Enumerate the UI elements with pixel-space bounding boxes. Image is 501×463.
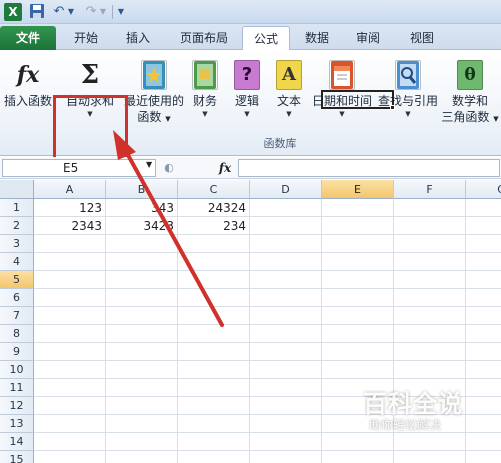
save-icon[interactable] — [28, 3, 46, 21]
tab-file[interactable]: 文件 — [0, 26, 56, 50]
customize-icon[interactable]: ▼ — [116, 3, 126, 21]
column-header-b[interactable]: B — [106, 180, 178, 199]
insert-function-icon[interactable]: fx — [214, 159, 236, 177]
tab-formulas[interactable]: 公式 — [242, 26, 290, 51]
financial-button[interactable]: 财务 ▼ — [186, 56, 224, 140]
formula-input[interactable] — [238, 159, 500, 177]
magnifier-book-icon — [397, 61, 419, 89]
math-trig-button[interactable]: θ 数学和 三角函数 ▼ — [440, 56, 500, 140]
fill-handle[interactable] — [390, 105, 395, 110]
tab-review[interactable]: 审阅 — [346, 27, 390, 49]
chevron-down-icon[interactable]: ▼ — [228, 110, 266, 118]
math-trig-label-2: 三角函数 ▼ — [441, 110, 499, 124]
function-library-group-label: 函数库 — [263, 137, 297, 150]
name-box[interactable]: E5 — [2, 159, 156, 177]
column-header-e[interactable]: E — [322, 180, 394, 199]
recently-used-button[interactable]: 最近使用的 函数 ▼ — [122, 56, 186, 140]
toolbar-separator — [112, 5, 113, 19]
watermark-title: 百科全说 — [363, 390, 463, 418]
chevron-down-icon[interactable]: ▼ — [186, 110, 224, 118]
row-header-8[interactable]: 8 — [0, 325, 34, 343]
cell-b2[interactable]: 3423 — [106, 217, 178, 235]
row-header-12[interactable]: 12 — [0, 397, 34, 415]
chevron-down-icon[interactable]: ▼ — [310, 110, 374, 118]
column-header-c[interactable]: C — [178, 180, 250, 199]
formula-bar: E5 ▼ ◐ fx — [0, 157, 501, 179]
excel-icon[interactable]: X — [4, 3, 22, 21]
sigma-icon: Σ — [80, 60, 100, 90]
chevron-down-icon[interactable]: ▼ — [165, 115, 170, 123]
tab-insert[interactable]: 插入 — [116, 27, 160, 49]
tab-data[interactable]: 数据 — [296, 27, 338, 49]
window-title — [300, 5, 490, 19]
column-header-f[interactable]: F — [394, 180, 466, 199]
theta-book-icon: θ — [457, 60, 483, 90]
math-trig-label: 数学和 — [451, 94, 488, 108]
cell-b1[interactable]: 343 — [106, 199, 178, 217]
ribbon-tabs: 文件 开始 插入 页面布局 公式 数据 审阅 视图 — [0, 24, 501, 51]
cell-a2[interactable]: 2343 — [34, 217, 106, 235]
tab-home[interactable]: 开始 — [62, 27, 110, 49]
star-book-icon — [143, 61, 165, 89]
watermark-subtitle: 助你轻松解决 — [369, 418, 442, 432]
financial-book-icon — [194, 61, 216, 89]
text-label: 文本 — [276, 94, 301, 108]
row-header-11[interactable]: 11 — [0, 379, 34, 397]
insert-function-button[interactable]: fx 插入函数 — [2, 56, 54, 140]
row-header-3[interactable]: 3 — [0, 235, 34, 253]
undo-dropdown-icon[interactable]: ▼ — [66, 3, 76, 21]
tab-view[interactable]: 视图 — [400, 27, 444, 49]
row-header-13[interactable]: 13 — [0, 415, 34, 433]
row-header-6[interactable]: 6 — [0, 289, 34, 307]
row-header-9[interactable]: 9 — [0, 343, 34, 361]
active-cell-e5[interactable] — [321, 90, 394, 109]
cell-a1[interactable]: 123 — [34, 199, 106, 217]
cell-c2[interactable]: 234 — [178, 217, 250, 235]
recently-used-label-2: 函数 ▼ — [137, 110, 171, 124]
logical-label: 逻辑 — [234, 94, 259, 108]
chevron-down-icon[interactable]: ▼ — [376, 110, 440, 118]
logical-book-icon: ? — [234, 60, 260, 90]
tab-page-layout[interactable]: 页面布局 — [166, 27, 242, 49]
financial-label: 财务 — [192, 94, 217, 108]
calendar-book-icon — [331, 61, 353, 89]
text-book-icon: A — [276, 60, 302, 90]
recently-used-label: 最近使用的 — [123, 94, 184, 108]
row-header-10[interactable]: 10 — [0, 361, 34, 379]
redo-dropdown-icon[interactable]: ▼ — [98, 3, 108, 21]
cell-c1[interactable]: 24324 — [178, 199, 250, 217]
watermark-logo: 百科全说 助你轻松解决 — [345, 380, 495, 436]
ribbon: fx 插入函数 Σ 自动求和 ▼ 最近使用的 函数 ▼ 财务 ▼ ? 逻辑 ▼ … — [0, 50, 501, 176]
row-header-2[interactable]: 2 — [0, 217, 34, 235]
text-button[interactable]: A 文本 ▼ — [270, 56, 308, 140]
row-header-14[interactable]: 14 — [0, 433, 34, 451]
row-header-4[interactable]: 4 — [0, 253, 34, 271]
column-header-g[interactable]: G — [466, 180, 501, 199]
function-icon: fx — [16, 62, 40, 88]
logical-button[interactable]: ? 逻辑 ▼ — [228, 56, 266, 140]
title-bar: X ↶ ▼ ↷ ▼ ▼ — [0, 0, 501, 24]
select-all-corner[interactable] — [0, 180, 34, 199]
column-header-a[interactable]: A — [34, 180, 106, 199]
row-header-1[interactable]: 1 — [0, 199, 34, 217]
chevron-down-icon[interactable]: ▼ — [493, 115, 498, 123]
row-header-7[interactable]: 7 — [0, 307, 34, 325]
chevron-down-icon[interactable]: ▼ — [270, 110, 308, 118]
insert-function-label: 插入函数 — [3, 94, 52, 108]
formula-bar-grip-icon[interactable]: ◐ — [162, 159, 176, 177]
row-header-5[interactable]: 5 — [0, 271, 34, 289]
column-header-d[interactable]: D — [250, 180, 322, 199]
name-box-dropdown-icon[interactable]: ▼ — [146, 160, 152, 169]
row-header-15[interactable]: 15 — [0, 451, 34, 463]
